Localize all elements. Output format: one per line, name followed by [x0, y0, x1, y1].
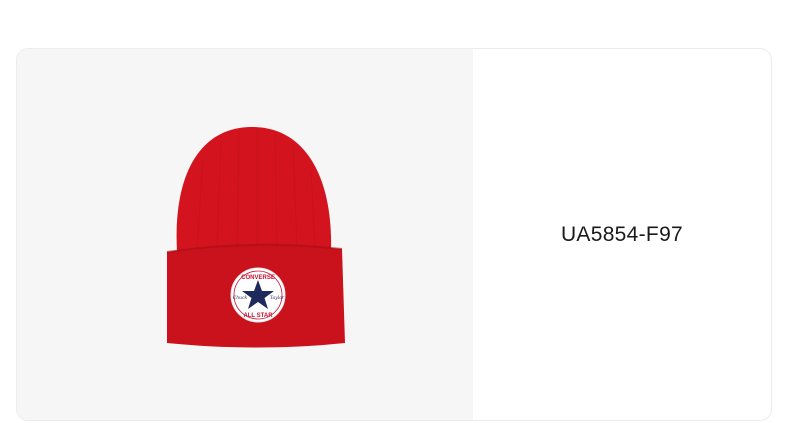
converse-patch: CONVERSE ALL STAR Chuck Taylor: [230, 267, 286, 323]
beanie-illustration: CONVERSE ALL STAR Chuck Taylor: [166, 126, 345, 348]
patch-right-script: Taylor: [270, 295, 285, 301]
patch-top-text: CONVERSE: [241, 275, 275, 281]
patch-left-script: Chuck: [233, 295, 248, 301]
patch-bottom-text: ALL STAR: [243, 313, 273, 319]
product-image[interactable]: CONVERSE ALL STAR Chuck Taylor: [17, 49, 473, 420]
product-sku: UA5854-F97: [560, 222, 684, 246]
product-info: UA5854-F97: [473, 49, 771, 420]
beanie-crown: [176, 126, 332, 251]
product-card[interactable]: CONVERSE ALL STAR Chuck Taylor UA5854-F9…: [16, 48, 772, 421]
